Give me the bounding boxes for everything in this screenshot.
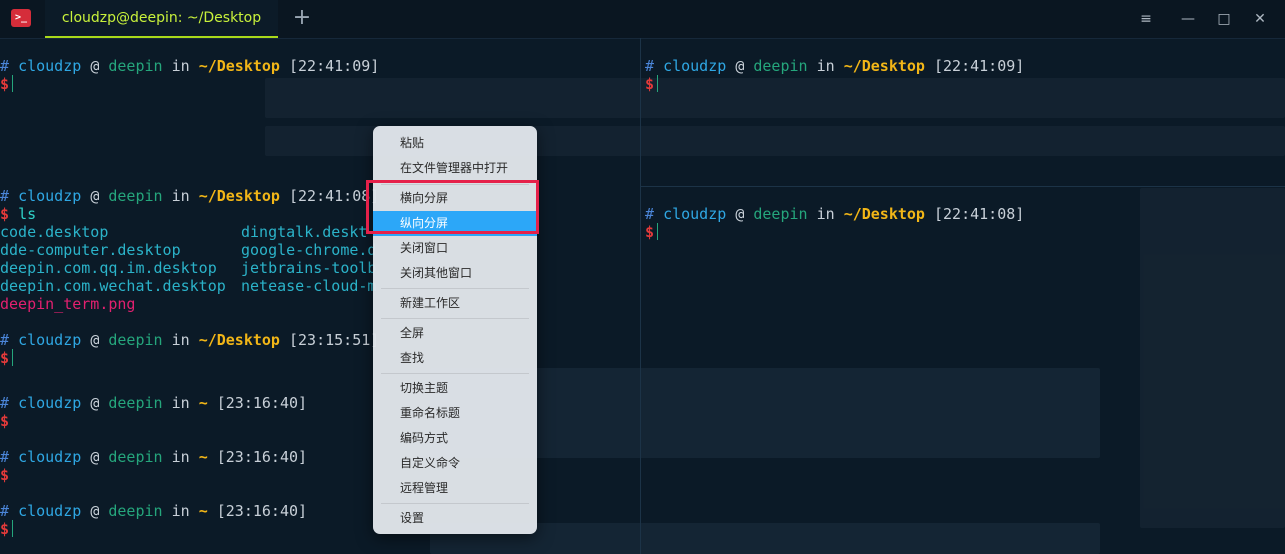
ls-output-item: netease-cloud-m [241,277,377,295]
close-button[interactable]: ✕ [1248,8,1272,30]
cursor [657,75,659,92]
prompt-line: # cloudzp @ deepin in ~/Desktop [22:41:0… [0,57,380,75]
prompt-line: # cloudzp @ deepin in ~/Desktop [23:15:5… [0,331,380,349]
cursor [657,223,659,240]
input-line[interactable]: $ [0,75,14,93]
input-line: $ [0,349,14,367]
ls-output-item: deepin_term.png [0,295,136,313]
input-line[interactable]: $ [645,75,659,93]
ls-output-item: deepin.com.wechat.desktop [0,277,226,295]
menu-item-remote-management[interactable]: 远程管理 [373,476,537,501]
menu-item-custom-commands[interactable]: 自定义命令 [373,451,537,476]
maximize-button[interactable]: □ [1212,8,1236,30]
prompt-line: # cloudzp @ deepin in ~/Desktop [22:41:0… [0,187,380,205]
prompt-line: # cloudzp @ deepin in ~ [23:16:40] [0,502,308,520]
ls-output-item: deepin.com.qq.im.desktop [0,259,217,277]
minimize-button[interactable]: — [1176,8,1200,30]
cursor [12,349,14,366]
cursor [12,520,14,537]
input-line[interactable]: $ [645,223,659,241]
title-bar: >_ cloudzp@deepin: ~/Desktop + ≡ — □ ✕ [0,0,1285,39]
pane-divider-horizontal[interactable] [640,186,1285,187]
desktop-backdrop [0,38,1285,554]
ls-output-item: google-chrome.d [241,241,377,259]
pane-divider-vertical[interactable] [640,38,641,554]
menu-item-open-in-file-manager[interactable]: 在文件管理器中打开 [373,156,537,181]
command-line: $ ls [0,205,37,223]
menu-separator [381,503,529,504]
menu-separator [381,318,529,319]
menu-item-close-other-windows[interactable]: 关闭其他窗口 [373,261,537,286]
menu-item-rename-title[interactable]: 重命名标题 [373,401,537,426]
ls-output-item: code.desktop [0,223,109,241]
input-line: $ [0,412,10,430]
menu-item-find[interactable]: 查找 [373,346,537,371]
menu-item-paste[interactable]: 粘贴 [373,131,537,156]
cursor [12,75,14,92]
menu-item-switch-theme[interactable]: 切换主题 [373,376,537,401]
ls-output-item: dingtalk.deskt [241,223,368,241]
menu-item-new-workspace[interactable]: 新建工作区 [373,291,537,316]
input-line[interactable]: $ [0,520,14,538]
prompt-line: # cloudzp @ deepin in ~ [23:16:40] [0,448,308,466]
terminal-app-icon: >_ [11,9,31,27]
prompt-line: # cloudzp @ deepin in ~/Desktop [22:41:0… [645,57,1025,75]
ls-output-item: dde-computer.desktop [0,241,181,259]
prompt-line: # cloudzp @ deepin in ~ [23:16:40] [0,394,308,412]
menu-item-fullscreen[interactable]: 全屏 [373,321,537,346]
menu-item-close-window[interactable]: 关闭窗口 [373,236,537,261]
window-menu-button[interactable]: ≡ [1134,8,1158,30]
prompt-line: # cloudzp @ deepin in ~/Desktop [22:41:0… [645,205,1025,223]
menu-item-settings[interactable]: 设置 [373,506,537,531]
menu-separator [381,373,529,374]
add-tab-button[interactable]: + [290,6,314,30]
annotation-highlight-box [366,180,539,234]
tab-desktop[interactable]: cloudzp@deepin: ~/Desktop [45,0,278,38]
menu-item-encoding[interactable]: 编码方式 [373,426,537,451]
input-line: $ [0,466,10,484]
menu-separator [381,288,529,289]
ls-output-item: jetbrains-toolb [241,259,377,277]
